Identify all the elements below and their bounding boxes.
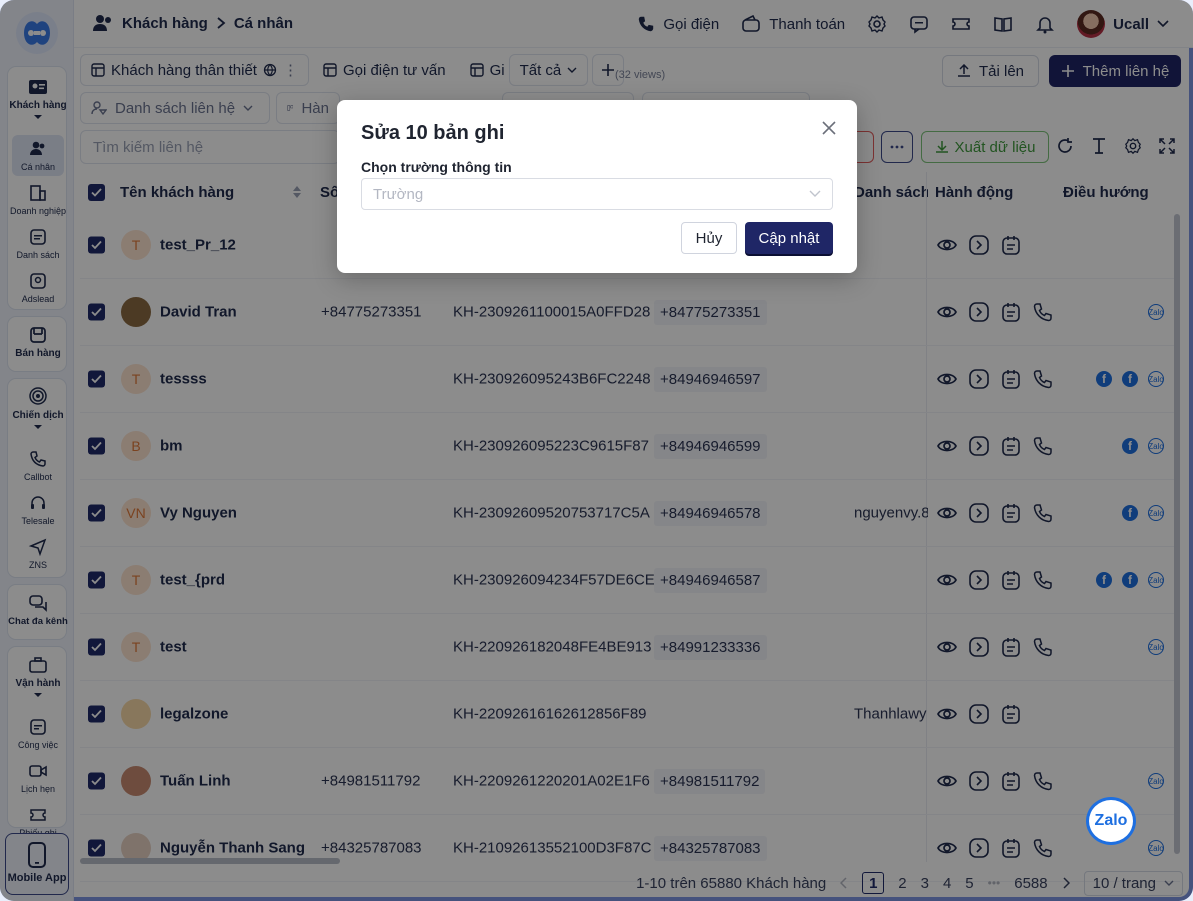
- edit-records-modal: Sửa 10 bản ghi Chọn trường thông tin Trư…: [337, 100, 857, 273]
- chevron-down-icon: [809, 190, 821, 197]
- app-window: Khách hàng Cá nhân Doanh nghiệp Danh sác…: [0, 0, 1193, 901]
- field-select-placeholder: Trường: [373, 185, 424, 203]
- field-label: Chọn trường thông tin: [361, 159, 512, 175]
- zalo-label: Zalo: [1094, 812, 1128, 829]
- close-icon[interactable]: [821, 120, 837, 136]
- field-select[interactable]: Trường: [361, 178, 833, 210]
- update-button[interactable]: Cập nhật: [745, 222, 833, 254]
- zalo-chat-button[interactable]: Zalo: [1086, 797, 1136, 845]
- modal-title: Sửa 10 bản ghi: [361, 122, 505, 144]
- cancel-button[interactable]: Hủy: [681, 222, 737, 254]
